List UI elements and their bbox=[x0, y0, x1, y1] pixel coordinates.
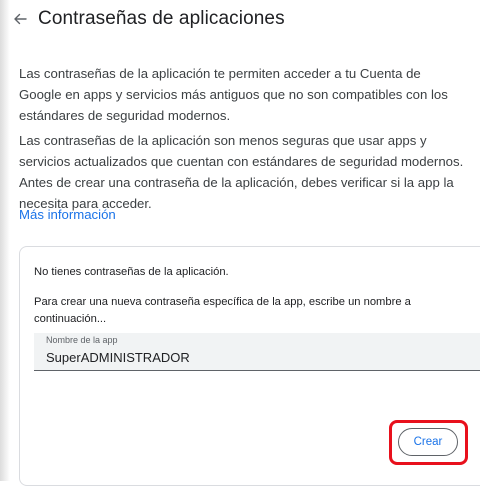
app-name-field[interactable]: Nombre de la app SuperADMINISTRADOR bbox=[34, 333, 480, 371]
empty-state-message: No tienes contraseñas de la aplicación. bbox=[34, 266, 229, 278]
more-info-link[interactable]: Más información bbox=[19, 207, 116, 222]
app-name-input[interactable]: SuperADMINISTRADOR bbox=[46, 350, 190, 365]
create-button[interactable]: Crear bbox=[398, 428, 458, 456]
page-title: Contraseñas de aplicaciones bbox=[38, 8, 285, 29]
intro-paragraph-2: Las contraseñas de la aplicación son men… bbox=[19, 133, 464, 211]
app-name-field-label: Nombre de la app bbox=[46, 335, 118, 345]
create-instructions: Para crear una nueva contraseña específi… bbox=[34, 296, 411, 325]
app-passwords-page: Contraseñas de aplicaciones Las contrase… bbox=[0, 0, 480, 486]
intro-paragraph-1: Las contraseñas de la aplicación te perm… bbox=[19, 66, 448, 123]
page-header: Contraseñas de aplicaciones bbox=[12, 6, 285, 32]
arrow-left-icon[interactable] bbox=[12, 11, 28, 27]
